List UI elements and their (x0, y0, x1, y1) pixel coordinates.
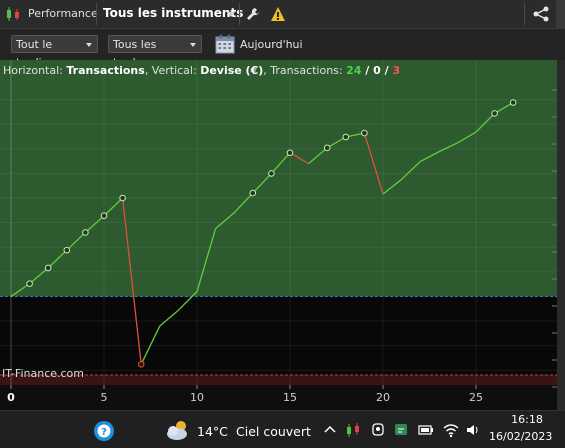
vertical-scrollbar[interactable] (557, 60, 565, 410)
help-icon[interactable]: ? (93, 420, 115, 442)
watermark: IT-Finance.com (2, 367, 84, 380)
wrench-icon[interactable] (245, 6, 261, 22)
clock-time[interactable]: 16:18 (505, 413, 549, 426)
performance-chart: 0 5 10 15 20 25 IT-Finance.com (0, 60, 557, 410)
window-title: Performance (28, 7, 98, 20)
equity-point (100, 212, 108, 220)
losing-count: 3 (392, 64, 401, 77)
equity-point (323, 144, 331, 152)
x-tick-label: 10 (190, 391, 204, 404)
title-divider (524, 3, 525, 25)
performance-chart-area: 0 5 10 15 20 25 IT-Finance.com (0, 60, 565, 410)
chevron-down-icon (190, 43, 196, 47)
equity-point (44, 264, 52, 272)
chevron-down-icon[interactable] (227, 12, 235, 17)
chat-icon[interactable] (393, 422, 409, 438)
vertical-axis-name: Devise (€) (200, 64, 264, 77)
equity-point (137, 361, 145, 368)
header-label: , Vertical: (144, 64, 201, 77)
battery-icon[interactable] (418, 422, 434, 438)
trading-filter-dropdown[interactable]: Tout le trading (11, 35, 98, 69)
equity-point (26, 280, 33, 287)
equity-point (286, 149, 294, 157)
total-transactions: 24 (346, 64, 362, 77)
equity-point (268, 170, 275, 177)
chevron-down-icon (86, 43, 92, 47)
equity-point (361, 129, 368, 137)
separator: / (361, 64, 374, 77)
calendar-icon[interactable] (215, 34, 235, 54)
x-tick-label: 25 (469, 391, 483, 404)
weather-cloud-icon[interactable] (165, 418, 191, 442)
temperature: 14°C (197, 424, 228, 439)
chart-header: Horizontal: Transactions, Vertical: Devi… (3, 64, 400, 77)
svg-text:?: ? (101, 427, 107, 438)
webcam-icon[interactable] (370, 422, 386, 438)
weather-condition: Ciel couvert (236, 424, 311, 439)
candlestick-logo-icon (7, 7, 19, 21)
trades-filter-dropdown[interactable]: Tous les trades (108, 35, 202, 69)
share-icon[interactable] (532, 5, 550, 23)
equity-point (342, 133, 350, 141)
x-tick-label: 15 (283, 391, 297, 404)
equity-point (82, 229, 89, 236)
title-bar: Performance Tous les instruments (0, 0, 565, 29)
volume-icon[interactable] (465, 422, 481, 438)
horizontal-axis-name: Transactions (66, 64, 145, 77)
scrollbar[interactable] (556, 0, 565, 28)
equity-point (119, 194, 126, 202)
separator: / (380, 64, 393, 77)
chevron-up-icon[interactable] (322, 422, 338, 438)
header-label: Horizontal: (3, 64, 67, 77)
instrument-selector[interactable]: Tous les instruments (103, 6, 243, 20)
equity-point (509, 99, 517, 106)
title-divider (239, 3, 240, 25)
title-divider (96, 3, 97, 25)
x-tick-label: 20 (376, 391, 390, 404)
x-tick-label: 5 (101, 391, 108, 404)
date-label[interactable]: Aujourd'hui (240, 38, 303, 51)
equity-point (249, 189, 257, 197)
wifi-icon[interactable] (443, 422, 459, 438)
x-tick-label: 0 (7, 391, 15, 404)
warning-icon[interactable] (270, 6, 286, 22)
profit-zone (0, 60, 557, 297)
chart-app-icon[interactable] (345, 422, 361, 438)
clock-date[interactable]: 16/02/2023 (489, 430, 552, 443)
header-label: , Transactions: (263, 64, 347, 77)
winning-count: 0 (373, 64, 381, 77)
equity-point (491, 110, 498, 117)
equity-point (63, 246, 71, 254)
